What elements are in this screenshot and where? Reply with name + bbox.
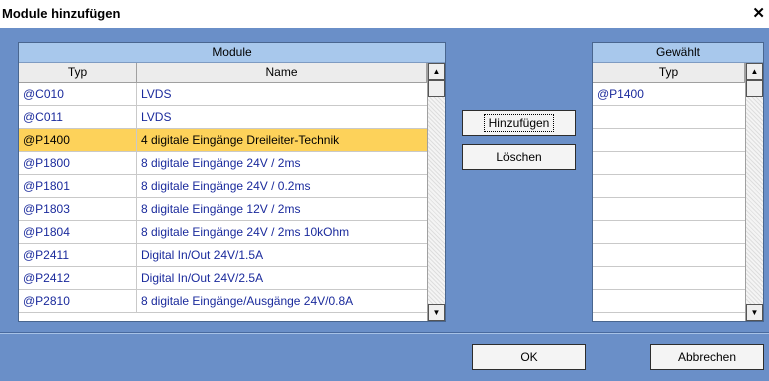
table-row[interactable] <box>593 106 745 129</box>
table-row[interactable]: @P2412 Digital In/Out 24V/2.5A <box>19 267 427 290</box>
scroll-down-icon[interactable]: ▼ <box>746 304 763 321</box>
table-row[interactable]: @P1400 <box>593 83 745 106</box>
modules-grid: Module Typ Name @C010 LVDS @C011 LVDS @P1400… <box>18 42 446 322</box>
close-icon[interactable]: ✕ <box>752 4 765 22</box>
cell-name: LVDS <box>141 87 172 101</box>
column-header-selected-typ[interactable]: Typ <box>593 63 745 83</box>
table-row[interactable] <box>593 290 745 313</box>
cell-name: 8 digitale Eingänge 24V / 2ms 10kOhm <box>141 225 350 239</box>
table-row[interactable] <box>593 198 745 221</box>
cell-typ: @P2810 <box>19 290 137 312</box>
table-row[interactable]: @P1804 8 digitale Eingänge 24V / 2ms 10kO… <box>19 221 427 244</box>
cell-typ: @C010 <box>19 83 137 105</box>
cell-typ: @P2411 <box>19 244 137 266</box>
table-row[interactable]: @P1800 8 digitale Eingänge 24V / 2ms <box>19 152 427 175</box>
add-button[interactable]: Hinzufügen <box>462 110 576 136</box>
table-row[interactable] <box>593 152 745 175</box>
cancel-button[interactable]: Abbrechen <box>650 344 764 370</box>
cell-typ: @P1801 <box>19 175 137 197</box>
dialog-body: Module Typ Name @C010 LVDS @C011 LVDS @P1400… <box>0 28 769 381</box>
cell-name: 4 digitale Eingänge Dreileiter-Technik <box>141 133 340 147</box>
cell-name: Digital In/Out 24V/2.5A <box>141 271 264 285</box>
cell-typ: @P1804 <box>19 221 137 243</box>
cell-typ: @P1800 <box>19 152 137 174</box>
cancel-button-label: Abbrechen <box>677 350 737 364</box>
ok-button[interactable]: OK <box>472 344 586 370</box>
scroll-up-icon[interactable]: ▲ <box>746 63 763 80</box>
add-button-label: Hinzufügen <box>483 114 555 132</box>
delete-button-label: Löschen <box>496 150 542 164</box>
cell-name: 8 digitale Eingänge 24V / 2ms <box>141 156 301 170</box>
cell-typ: @P1803 <box>19 198 137 220</box>
cell-typ: @P1400 <box>19 129 137 151</box>
modules-scrollbar[interactable]: ▲ ▼ <box>427 63 445 321</box>
delete-button[interactable]: Löschen <box>462 144 576 170</box>
table-row[interactable] <box>593 221 745 244</box>
ok-button-label: OK <box>520 350 538 364</box>
cell-name: LVDS <box>141 110 172 124</box>
cell-name: Digital In/Out 24V/1.5A <box>141 248 264 262</box>
dialog-title: Module hinzufügen <box>2 6 121 21</box>
modules-header: Module <box>19 43 445 63</box>
cell-name: 8 digitale Eingänge 24V / 0.2ms <box>141 179 311 193</box>
table-row[interactable]: @P2411 Digital In/Out 24V/1.5A <box>19 244 427 267</box>
column-header-typ[interactable]: Typ <box>19 63 137 83</box>
selected-grid: Gewählt Typ @P1400 ▲ ▼ <box>592 42 764 322</box>
table-row[interactable] <box>593 267 745 290</box>
table-row[interactable]: @C011 LVDS <box>19 106 427 129</box>
table-row[interactable]: @C010 LVDS <box>19 83 427 106</box>
table-row[interactable]: @P2810 8 digitale Eingänge/Ausgänge 24V/0… <box>19 290 427 313</box>
scroll-up-icon[interactable]: ▲ <box>428 63 445 80</box>
title-bar: Module hinzufügen ✕ <box>0 0 769 28</box>
table-row[interactable]: @P1400 4 digitale Eingänge Dreileiter-Tec… <box>19 129 427 152</box>
cell-typ: @C011 <box>19 106 137 128</box>
cell-name: 8 digitale Eingänge 12V / 2ms <box>141 202 301 216</box>
selected-scrollbar[interactable]: ▲ ▼ <box>745 63 763 321</box>
table-row[interactable]: @P1803 8 digitale Eingänge 12V / 2ms <box>19 198 427 221</box>
dialog-window: Module hinzufügen ✕ Module Typ Name @C01… <box>0 0 769 381</box>
table-row[interactable] <box>593 244 745 267</box>
selected-header: Gewählt <box>593 43 763 63</box>
cell-name: 8 digitale Eingänge/Ausgänge 24V/0.8A <box>141 294 354 308</box>
table-row[interactable]: @P1801 8 digitale Eingänge 24V / 0.2ms <box>19 175 427 198</box>
scroll-thumb[interactable] <box>746 80 763 97</box>
scroll-thumb[interactable] <box>428 80 445 97</box>
column-header-name[interactable]: Name <box>137 63 427 83</box>
scroll-down-icon[interactable]: ▼ <box>428 304 445 321</box>
cell-typ: @P2412 <box>19 267 137 289</box>
footer-divider <box>0 332 769 334</box>
cell-selected-typ: @P1400 <box>597 87 644 101</box>
table-row[interactable] <box>593 129 745 152</box>
table-row[interactable] <box>593 175 745 198</box>
